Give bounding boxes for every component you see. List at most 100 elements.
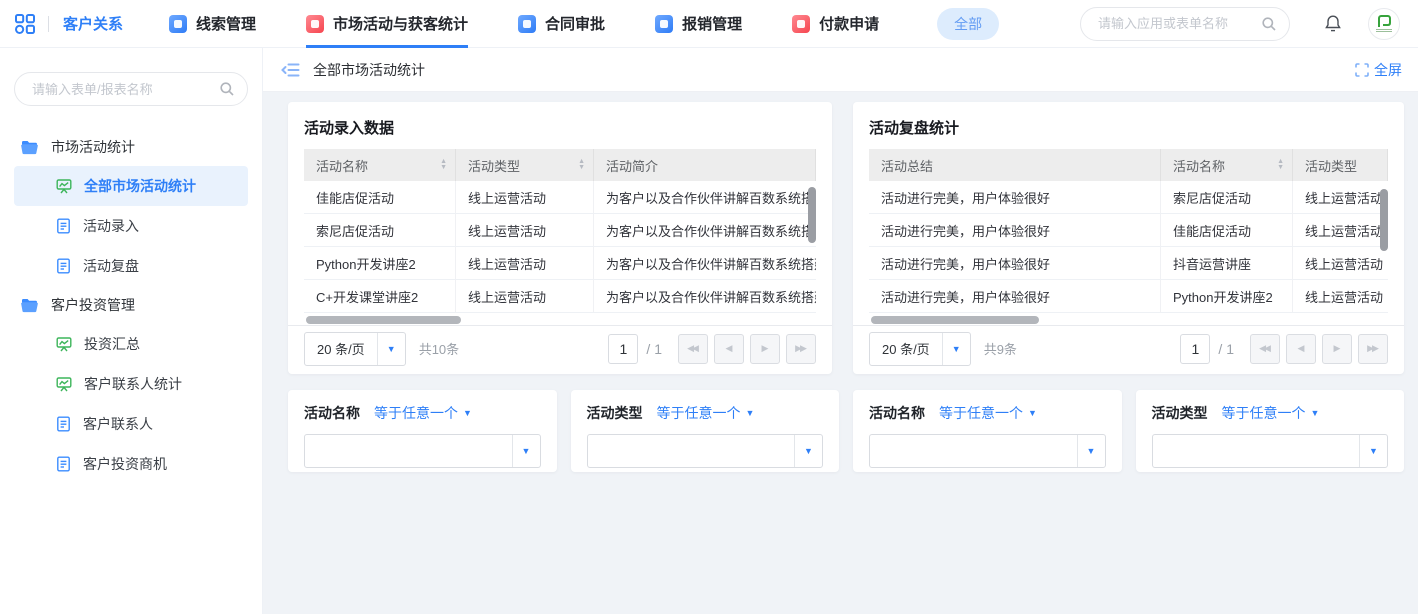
search-icon[interactable] xyxy=(1261,16,1277,32)
chevron-down-icon[interactable]: ▼ xyxy=(794,435,822,467)
column-header[interactable]: 活动名称▲▼ xyxy=(304,149,456,181)
table-cell[interactable]: Python开发讲座2 xyxy=(1161,280,1293,313)
page-number-input[interactable] xyxy=(1180,334,1210,364)
last-page-button[interactable]: ▶▶ xyxy=(1358,334,1388,364)
column-header[interactable]: 活动简介 xyxy=(594,149,816,181)
table-cell[interactable]: 为客户以及合作伙伴讲解百数系统搭建 xyxy=(594,214,816,247)
column-header[interactable]: 活动类型 xyxy=(1293,149,1388,181)
horizontal-scrollbar-thumb[interactable] xyxy=(871,316,1039,324)
chevron-down-icon[interactable]: ▼ xyxy=(512,435,540,467)
prev-page-button[interactable]: ◀ xyxy=(1286,334,1316,364)
tab-expense-management[interactable]: 报销管理 xyxy=(655,0,742,48)
item-label: 全部市场活动统计 xyxy=(84,176,196,196)
prev-page-button[interactable]: ◀ xyxy=(714,334,744,364)
notifications-bell-icon[interactable] xyxy=(1324,14,1342,33)
table-cell[interactable]: 线上运营活动 xyxy=(1293,280,1388,313)
tab-payment-request[interactable]: 付款申请 xyxy=(792,0,879,48)
table-cell[interactable]: 抖音运营讲座 xyxy=(1161,247,1293,280)
collapse-sidebar-icon[interactable] xyxy=(281,62,300,78)
horizontal-scrollbar-thumb[interactable] xyxy=(306,316,461,324)
sidebar-item-investment-opportunity[interactable]: 客户投资商机 xyxy=(14,444,248,484)
sidebar-group-customer-investment[interactable]: 客户投资管理 xyxy=(14,286,248,324)
column-label: 活动总结 xyxy=(881,156,933,175)
filter-operator-dropdown[interactable]: 等于任意一个▼ xyxy=(1222,403,1320,423)
sidebar-item-activity-entry[interactable]: 活动录入 xyxy=(14,206,248,246)
report-icon xyxy=(56,178,72,194)
table-cell[interactable]: 活动进行完美，用户体验很好 xyxy=(869,247,1161,280)
page-size-select[interactable]: 20 条/页 ▼ xyxy=(304,332,406,366)
tab-marketing-activity-stats[interactable]: 市场活动与获客统计 xyxy=(306,0,468,48)
filter-value-select[interactable]: ▼ xyxy=(869,434,1106,468)
table-cell[interactable]: 线上运营活动 xyxy=(1293,247,1388,280)
filter-operator-dropdown[interactable]: 等于任意一个▼ xyxy=(939,403,1037,423)
chevron-down-icon: ▼ xyxy=(1028,408,1037,418)
table-cell[interactable]: 索尼店促活动 xyxy=(304,214,456,247)
chevron-down-icon[interactable]: ▼ xyxy=(377,333,405,365)
filter-value-select[interactable]: ▼ xyxy=(304,434,541,468)
apps-grid-icon[interactable] xyxy=(14,13,36,35)
column-header[interactable]: 活动总结 xyxy=(869,149,1161,181)
tab-label: 线索管理 xyxy=(196,13,256,34)
table-cell[interactable]: 线上运营活动 xyxy=(456,247,594,280)
sort-icon[interactable]: ▲▼ xyxy=(434,159,447,171)
form-search-box[interactable] xyxy=(14,72,248,106)
table-cell[interactable]: Python开发讲座2 xyxy=(304,247,456,280)
tab-contract-approval[interactable]: 合同审批 xyxy=(518,0,605,48)
table-cell[interactable]: 活动进行完美，用户体验很好 xyxy=(869,280,1161,313)
column-header[interactable]: 活动名称▲▼ xyxy=(1161,149,1293,181)
table-cell[interactable]: 活动进行完美，用户体验很好 xyxy=(869,214,1161,247)
page-size-select[interactable]: 20 条/页 ▼ xyxy=(869,332,971,366)
table-cell[interactable]: 线上运营活动 xyxy=(1293,181,1388,214)
sort-icon[interactable]: ▲▼ xyxy=(1271,159,1284,171)
first-page-button[interactable]: ◀◀ xyxy=(678,334,708,364)
filter-operator-dropdown[interactable]: 等于任意一个▼ xyxy=(657,403,755,423)
chevron-down-icon[interactable]: ▼ xyxy=(942,333,970,365)
table-cell[interactable]: 为客户以及合作伙伴讲解百数系统搭建 xyxy=(594,181,816,214)
sidebar-item-investment-summary[interactable]: 投资汇总 xyxy=(14,324,248,364)
sort-icon[interactable]: ▲▼ xyxy=(572,159,585,171)
sidebar-item-contact-stats[interactable]: 客户联系人统计 xyxy=(14,364,248,404)
table-cell[interactable]: 线上运营活动 xyxy=(456,214,594,247)
filter-operator-dropdown[interactable]: 等于任意一个▼ xyxy=(374,403,472,423)
table-cell[interactable]: 线上运营活动 xyxy=(456,181,594,214)
tab-lead-management[interactable]: 线索管理 xyxy=(169,0,256,48)
table-cell[interactable]: 佳能店促活动 xyxy=(1161,214,1293,247)
sidebar-group-marketing-stats[interactable]: 市场活动统计 xyxy=(14,128,248,166)
fullscreen-button[interactable]: 全屏 xyxy=(1355,60,1402,80)
item-label: 投资汇总 xyxy=(84,334,140,354)
filter-value-select[interactable]: ▼ xyxy=(1152,434,1389,468)
table-cell[interactable]: 线上运营活动 xyxy=(456,280,594,313)
app-search-box[interactable] xyxy=(1080,7,1290,41)
page-size-value: 20 条/页 xyxy=(870,333,942,365)
app-search-input[interactable] xyxy=(1096,15,1261,32)
table-cell[interactable]: 为客户以及合作伙伴讲解百数系统搭建 xyxy=(594,247,816,280)
sidebar-item-all-marketing-stats[interactable]: 全部市场活动统计 xyxy=(14,166,248,206)
all-apps-button[interactable]: 全部 xyxy=(937,8,999,40)
first-page-button[interactable]: ◀◀ xyxy=(1250,334,1280,364)
form-search-input[interactable] xyxy=(30,81,219,98)
content-body: 活动录入数据 活动名称▲▼ 活动类型▲▼ 活动简介 佳能店促活动 线上运营活动 … xyxy=(263,92,1418,614)
chevron-down-icon[interactable]: ▼ xyxy=(1359,435,1387,467)
sidebar-item-customer-contacts[interactable]: 客户联系人 xyxy=(14,404,248,444)
last-page-button[interactable]: ▶▶ xyxy=(786,334,816,364)
current-app-title[interactable]: 客户关系 xyxy=(63,13,123,34)
table-cell[interactable]: C+开发课堂讲座2 xyxy=(304,280,456,313)
next-page-button[interactable]: ▶ xyxy=(1322,334,1352,364)
table-cell[interactable]: 佳能店促活动 xyxy=(304,181,456,214)
filter-value-select[interactable]: ▼ xyxy=(587,434,824,468)
horizontal-scrollbar[interactable] xyxy=(304,315,816,325)
table-cell[interactable]: 为客户以及合作伙伴讲解百数系统搭建 xyxy=(594,280,816,313)
search-icon[interactable] xyxy=(219,81,235,97)
user-avatar[interactable] xyxy=(1368,8,1400,40)
horizontal-scrollbar[interactable] xyxy=(869,315,1388,325)
next-page-button[interactable]: ▶ xyxy=(750,334,780,364)
table-cell[interactable]: 索尼店促活动 xyxy=(1161,181,1293,214)
table-cell[interactable]: 活动进行完美，用户体验很好 xyxy=(869,181,1161,214)
chevron-down-icon[interactable]: ▼ xyxy=(1077,435,1105,467)
table-cell[interactable]: 线上运营活动 xyxy=(1293,214,1388,247)
vertical-scrollbar-thumb[interactable] xyxy=(1380,189,1388,251)
page-number-input[interactable] xyxy=(608,334,638,364)
vertical-scrollbar-thumb[interactable] xyxy=(808,187,816,243)
column-header[interactable]: 活动类型▲▼ xyxy=(456,149,594,181)
sidebar-item-activity-review[interactable]: 活动复盘 xyxy=(14,246,248,286)
